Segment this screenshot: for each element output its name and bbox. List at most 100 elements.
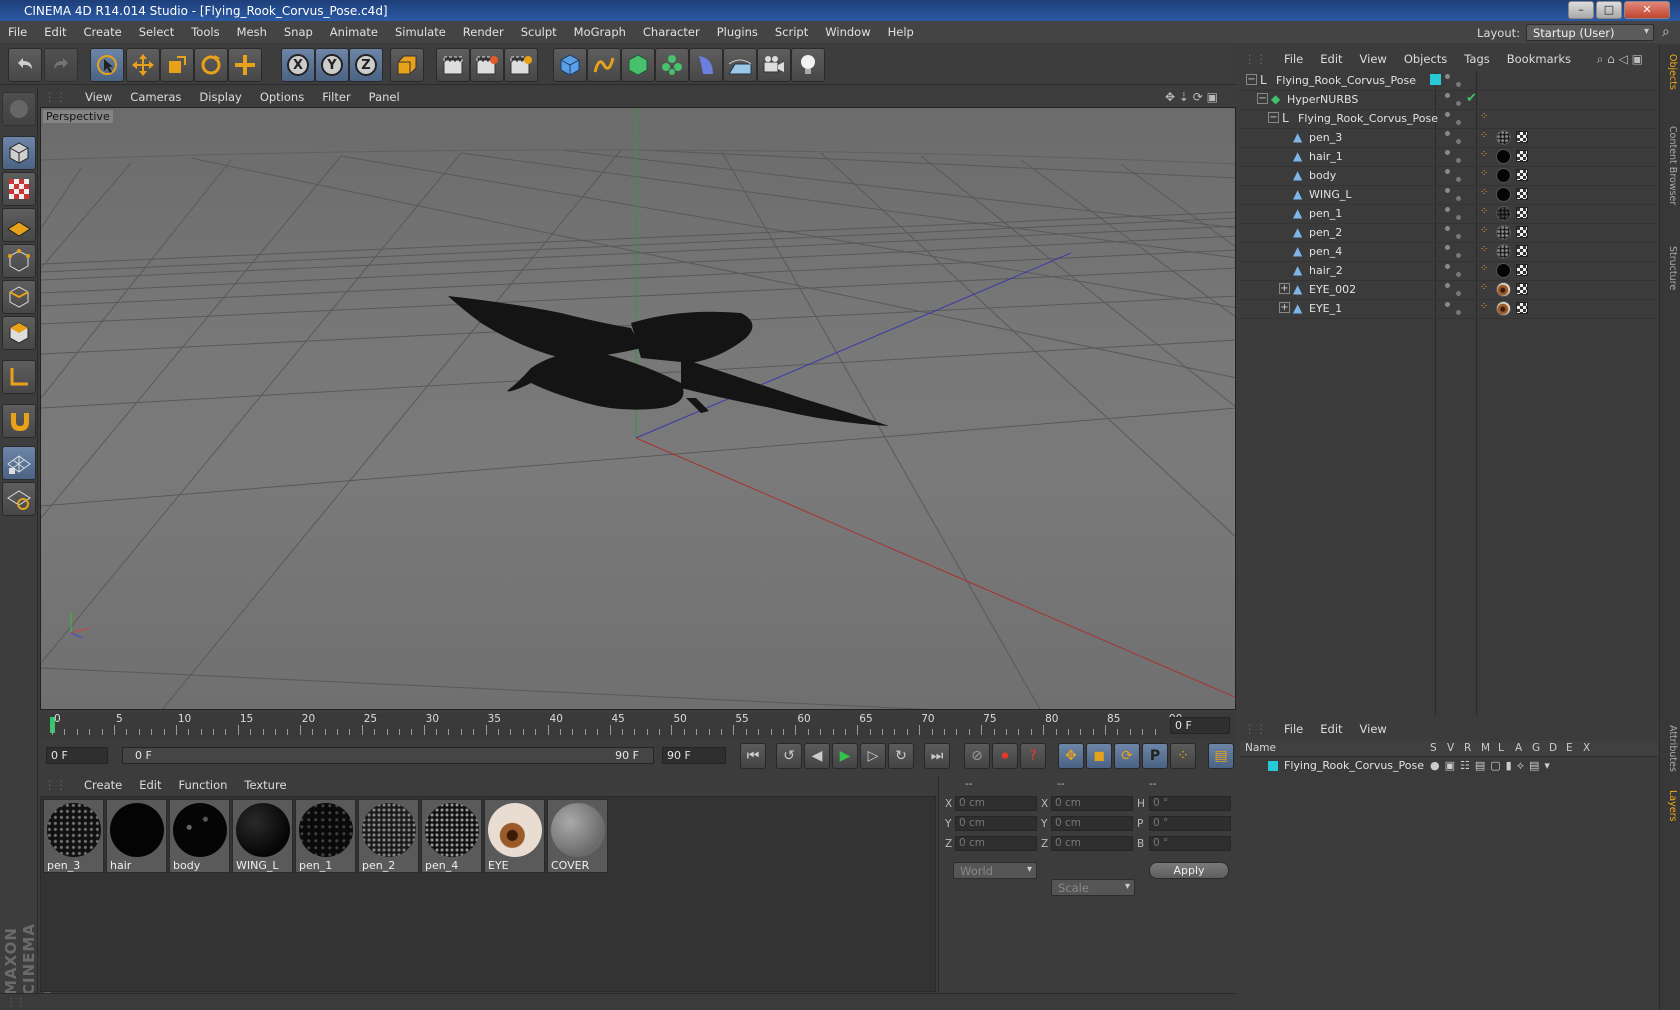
material-swatch[interactable]: WING_L	[232, 799, 293, 873]
go-to-end-button[interactable]: ⏭	[924, 743, 950, 769]
current-frame-field[interactable]: 0 F	[46, 747, 108, 764]
layer-flag-header[interactable]: X	[1583, 742, 1590, 754]
visibility-dots[interactable]	[1443, 109, 1463, 127]
snap-button[interactable]	[2, 404, 36, 438]
key-rotation-button[interactable]: ⟳	[1114, 743, 1140, 769]
objects-menu-edit[interactable]: Edit	[1320, 52, 1342, 66]
object-row[interactable]: ▲ hair_1 ⁘	[1240, 147, 1658, 167]
size-z-field[interactable]: 0 cm	[1051, 836, 1133, 851]
material-tag-icon[interactable]	[1496, 187, 1511, 202]
phong-tag-icon[interactable]: ⁘	[1480, 111, 1488, 122]
expand-toggle-icon[interactable]: −	[1246, 74, 1257, 85]
key-position-button[interactable]: ✥	[1058, 743, 1084, 769]
layer-flag-header[interactable]: D	[1549, 742, 1557, 754]
move-tool-button[interactable]	[126, 48, 160, 82]
objects-menu-file[interactable]: File	[1284, 52, 1303, 66]
cube-object-button[interactable]	[553, 48, 587, 82]
keyframe-selection-button[interactable]: ?	[1020, 743, 1046, 769]
visibility-dots[interactable]	[1443, 280, 1463, 298]
layers-menu-file[interactable]: File	[1284, 722, 1303, 736]
uvw-tag-icon[interactable]	[1516, 302, 1528, 314]
object-manager-tool-icons[interactable]: ⌕ ⌂ ◁ ▣	[1597, 52, 1643, 67]
enable-axis-button[interactable]	[2, 360, 36, 394]
layer-flag-header[interactable]: S	[1430, 742, 1437, 754]
maximize-button[interactable]: □	[1596, 1, 1622, 19]
menu-render[interactable]: Render	[463, 25, 504, 39]
play-button[interactable]: ▶	[832, 743, 858, 769]
planar-workplane-button[interactable]	[2, 482, 36, 516]
light-button[interactable]	[791, 48, 825, 82]
objects-menu-view[interactable]: View	[1360, 52, 1387, 66]
layer-flag-header[interactable]: G	[1532, 742, 1540, 754]
visibility-dots[interactable]	[1443, 128, 1463, 146]
viewport-menu-display[interactable]: Display	[199, 90, 241, 104]
drag-handle-icon[interactable]: ⋮⋮	[44, 90, 67, 104]
tab-objects[interactable]: Objects	[1662, 49, 1678, 95]
make-editable-button[interactable]	[2, 92, 36, 126]
tab-structure[interactable]: Structure	[1662, 237, 1678, 299]
phong-tag-icon[interactable]: ⁘	[1480, 225, 1488, 236]
previous-key-button[interactable]: ↺	[776, 743, 802, 769]
expand-toggle-icon[interactable]: −	[1257, 93, 1268, 104]
object-row[interactable]: ▲ pen_1 ⁘	[1240, 204, 1658, 224]
record-active-button[interactable]: ⊘	[964, 743, 990, 769]
render-view-button[interactable]	[436, 48, 470, 82]
menu-animate[interactable]: Animate	[330, 25, 378, 39]
close-button[interactable]: ✕	[1624, 1, 1670, 19]
material-menu-function[interactable]: Function	[179, 778, 228, 792]
size-y-field[interactable]: 0 cm	[1051, 816, 1133, 831]
z-axis-button[interactable]: Z	[349, 48, 383, 82]
size-mode-dropdown[interactable]: Scale	[1051, 879, 1135, 896]
scene-floor-button[interactable]	[723, 48, 757, 82]
uvw-tag-icon[interactable]	[1516, 131, 1528, 143]
layer-flag-header[interactable]: M	[1481, 742, 1490, 754]
layout-dropdown[interactable]: Startup (User)	[1526, 24, 1654, 41]
uvw-tag-icon[interactable]	[1516, 283, 1528, 295]
coordinate-system-button[interactable]	[390, 48, 424, 82]
key-parameter-button[interactable]: P	[1142, 743, 1168, 769]
viewport-3d[interactable]: Perspective	[40, 107, 1236, 710]
layer-flag-header[interactable]: E	[1566, 742, 1573, 754]
material-tag-icon[interactable]	[1496, 149, 1511, 164]
menu-help[interactable]: Help	[888, 25, 914, 39]
visibility-dots[interactable]	[1443, 166, 1463, 184]
material-tag-icon[interactable]	[1496, 130, 1511, 145]
material-tag-icon[interactable]	[1496, 263, 1511, 278]
object-row[interactable]: ▲ WING_L ⁘	[1240, 185, 1658, 205]
visibility-dots[interactable]	[1443, 261, 1463, 279]
render-picture-viewer-button[interactable]	[470, 48, 504, 82]
viewport-menu-panel[interactable]: Panel	[369, 90, 400, 104]
points-mode-button[interactable]	[2, 244, 36, 278]
timeline-end-field[interactable]: 0 F	[1170, 717, 1230, 734]
objects-menu-bookmarks[interactable]: Bookmarks	[1507, 52, 1571, 66]
y-axis-button[interactable]: Y	[315, 48, 349, 82]
x-axis-button[interactable]: X	[281, 48, 315, 82]
viewport-menu-cameras[interactable]: Cameras	[130, 90, 181, 104]
layer-flag-icons[interactable]: ●▣☷▤▢▮⟡▤▾	[1430, 759, 1555, 773]
drag-handle-icon[interactable]: ⋮⋮	[44, 778, 67, 792]
render-settings-button[interactable]	[504, 48, 538, 82]
redo-button[interactable]	[44, 48, 78, 82]
material-menu-texture[interactable]: Texture	[244, 778, 286, 792]
edges-mode-button[interactable]	[2, 280, 36, 314]
material-swatch[interactable]: pen_1	[295, 799, 356, 873]
phong-tag-icon[interactable]: ⁘	[1480, 168, 1488, 179]
polygons-mode-button[interactable]	[2, 316, 36, 350]
drag-handle-icon[interactable]: ⋮⋮	[1244, 722, 1267, 736]
phong-tag-icon[interactable]: ⁘	[1480, 149, 1488, 160]
objects-menu-objects[interactable]: Objects	[1404, 52, 1447, 66]
layer-row[interactable]: Flying_Rook_Corvus_Pose ●▣☷▤▢▮⟡▤▾	[1240, 757, 1658, 775]
viewport-navigation-icons[interactable]: ✥ ⇣ ⟳ ▣	[1165, 90, 1218, 104]
live-selection-button[interactable]	[90, 48, 124, 82]
object-row[interactable]: + ▲ EYE_1 ⁘	[1240, 299, 1658, 319]
material-swatch[interactable]: EYE	[484, 799, 545, 873]
layer-flag-header[interactable]: L	[1498, 742, 1504, 754]
visibility-dots[interactable]	[1443, 185, 1463, 203]
menu-window[interactable]: Window	[825, 25, 870, 39]
visibility-dots[interactable]	[1443, 90, 1463, 108]
viewport-menu-filter[interactable]: Filter	[322, 90, 350, 104]
visibility-dots[interactable]	[1443, 147, 1463, 165]
visibility-dots[interactable]	[1443, 299, 1463, 317]
frame-range-slider[interactable]: 0 F 90 F	[122, 747, 654, 764]
previous-frame-button[interactable]: ◀	[804, 743, 830, 769]
